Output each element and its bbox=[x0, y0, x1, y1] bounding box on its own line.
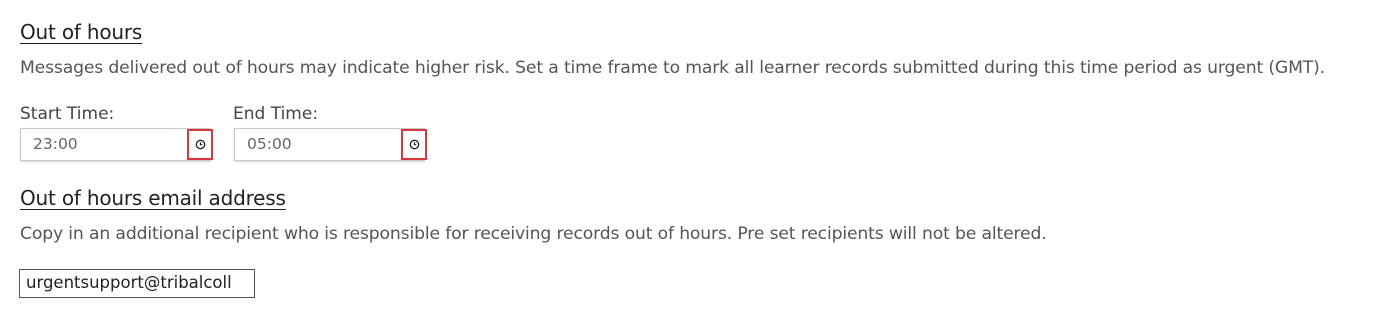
end-time-clock-button[interactable] bbox=[401, 129, 427, 160]
start-time-clock-button[interactable] bbox=[187, 129, 213, 160]
email-description: Copy in an additional recipient who is r… bbox=[20, 224, 1047, 244]
email-input[interactable]: urgentsupport@tribalcoll bbox=[19, 269, 255, 298]
clock-icon bbox=[195, 139, 205, 150]
start-time-label: Start Time: bbox=[20, 104, 115, 124]
start-time-input[interactable]: 23:00 bbox=[20, 128, 213, 161]
out-of-hours-heading: Out of hours bbox=[20, 20, 143, 44]
start-time-value: 23:00 bbox=[33, 135, 78, 153]
end-time-label: End Time: bbox=[233, 104, 319, 124]
end-time-input[interactable]: 05:00 bbox=[234, 128, 427, 161]
end-time-value: 05:00 bbox=[247, 135, 292, 153]
out-of-hours-description: Messages delivered out of hours may indi… bbox=[20, 58, 1325, 78]
clock-icon bbox=[409, 139, 419, 150]
email-heading: Out of hours email address bbox=[20, 186, 286, 210]
